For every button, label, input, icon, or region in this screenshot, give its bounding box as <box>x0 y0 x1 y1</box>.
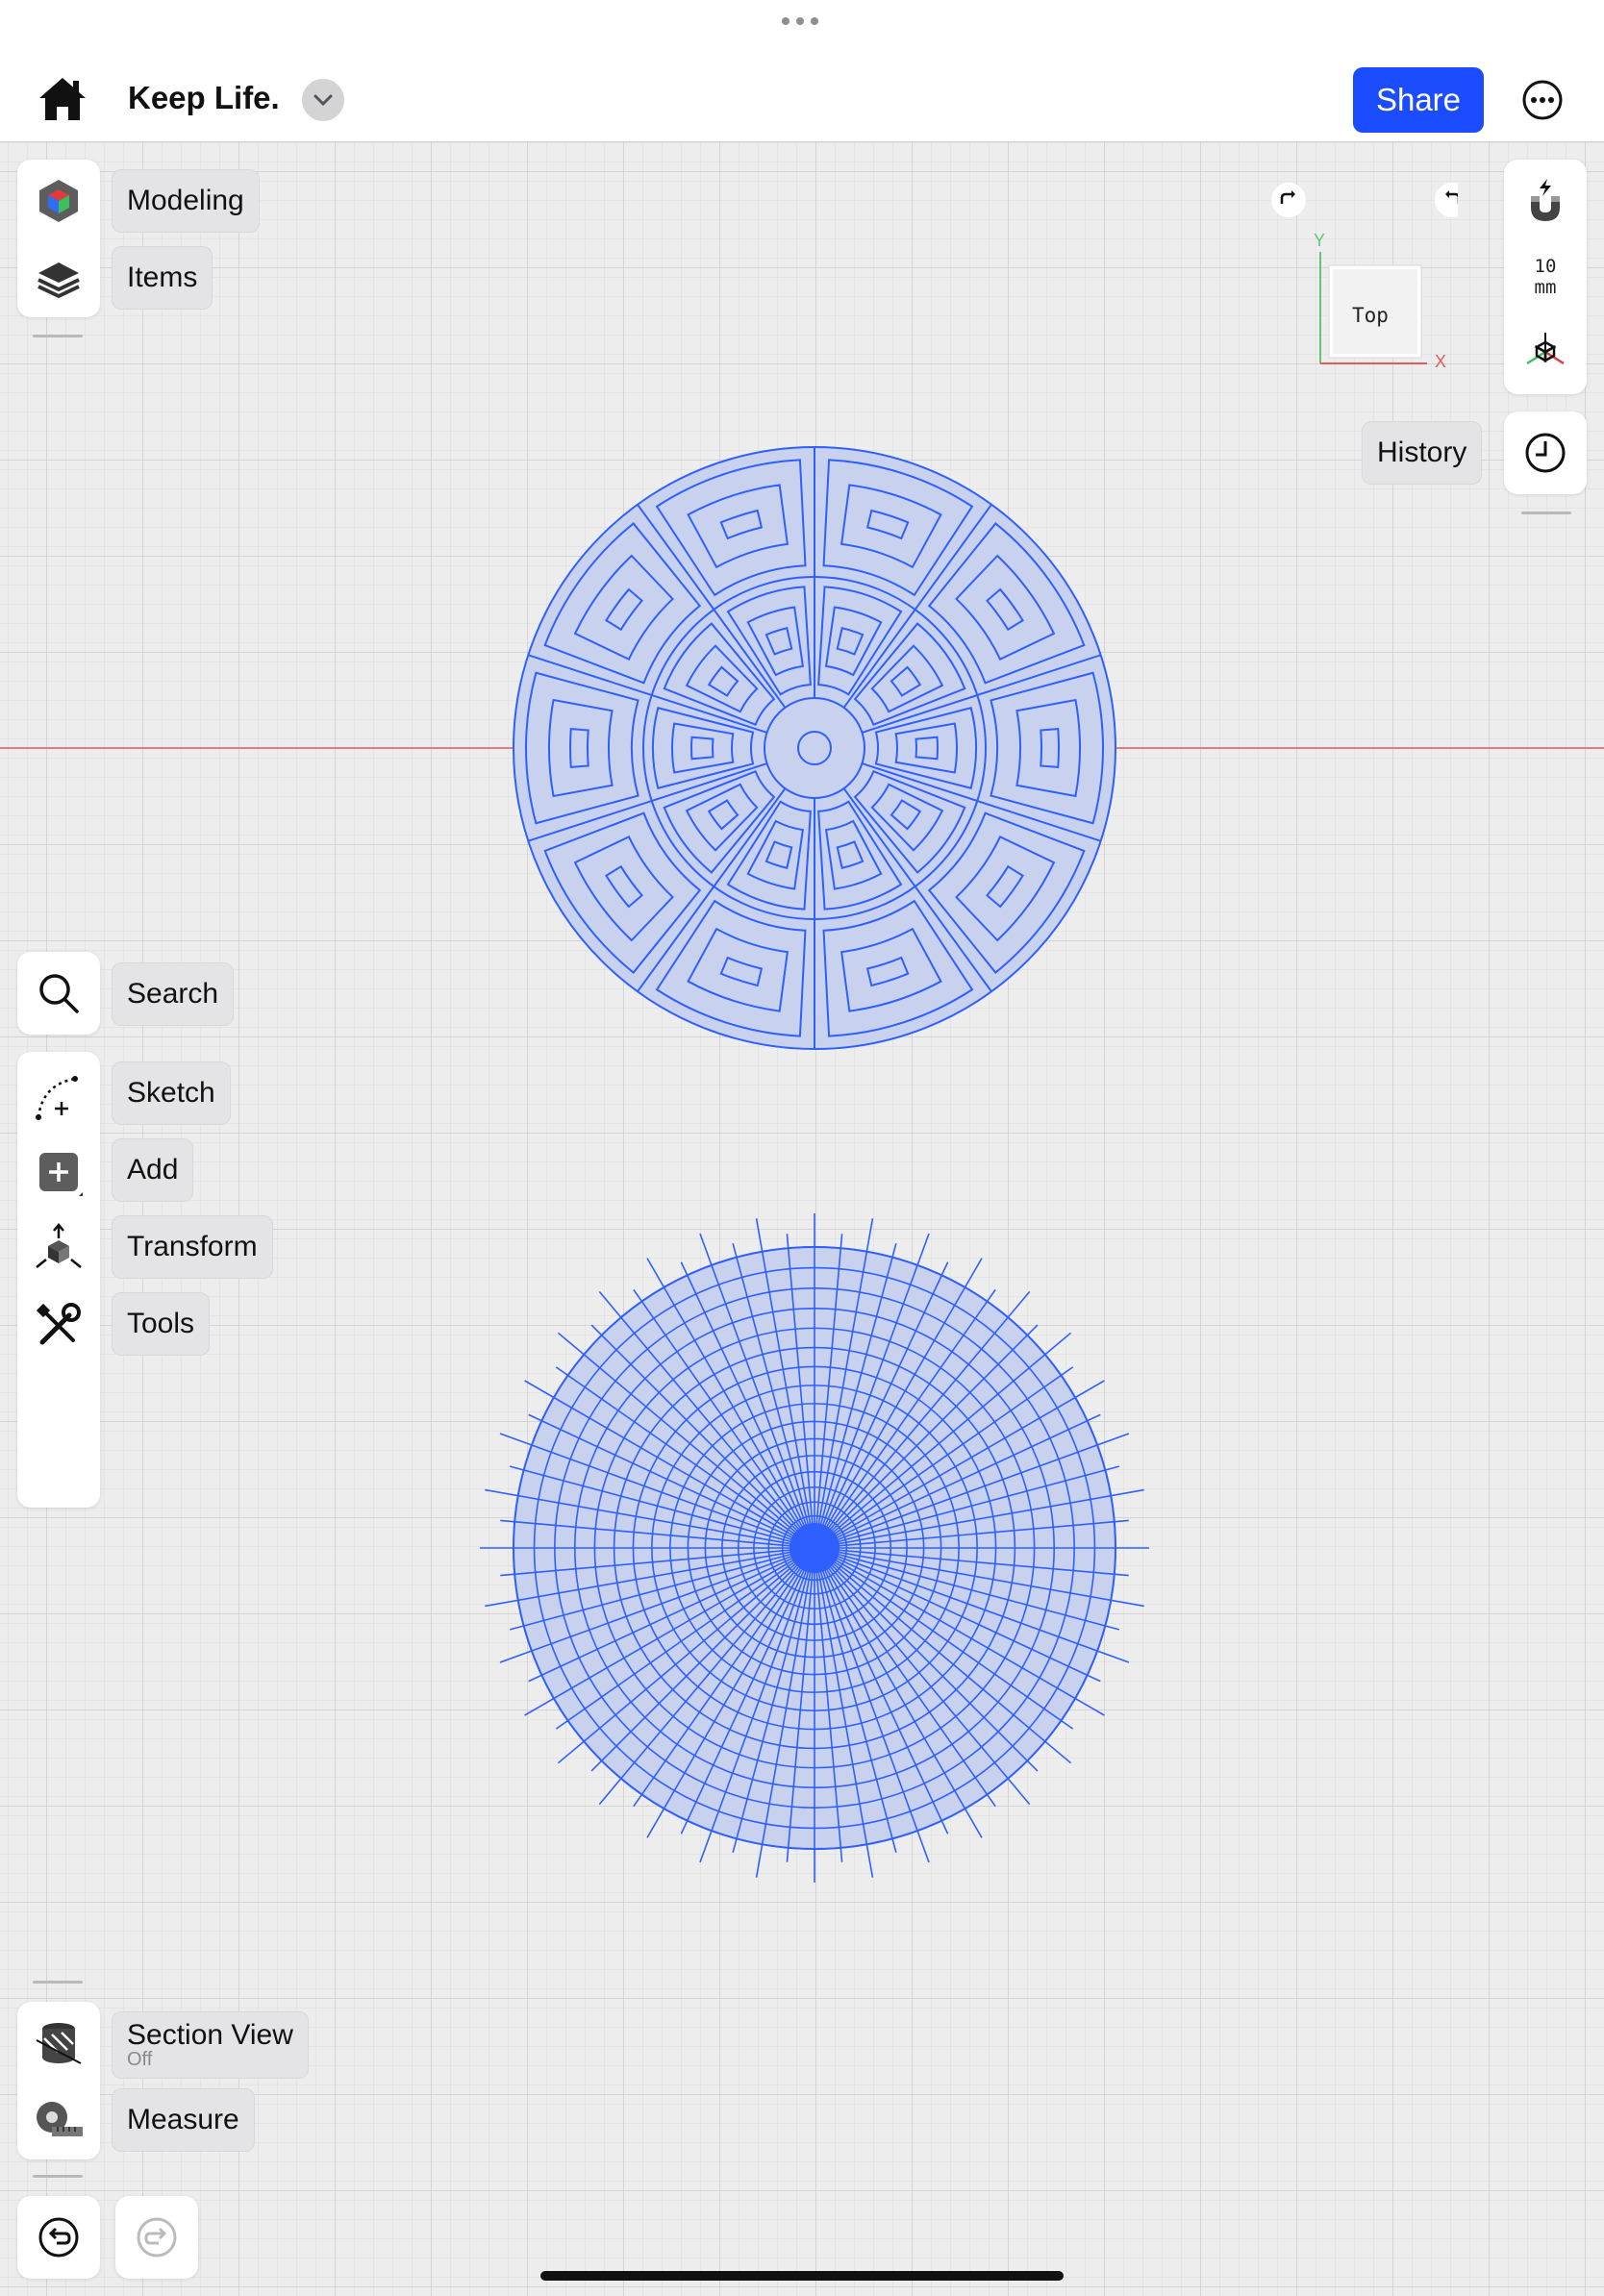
undo-icon <box>38 2217 79 2258</box>
grid-size-value: 10 <box>1534 256 1557 277</box>
panel-divider-bottom <box>33 1981 83 1984</box>
panel-divider <box>33 335 83 337</box>
view-cube[interactable]: Top Y X <box>1266 177 1458 379</box>
section-view-label: Section View <box>127 2018 293 2051</box>
layers-icon[interactable] <box>35 254 83 302</box>
section-view-state: Off <box>127 2049 153 2071</box>
transform-label[interactable]: Transform <box>112 1215 273 1279</box>
viewport-canvas[interactable]: Top Y X Modeling Items Search Sketch Add… <box>0 142 1604 2296</box>
history-label[interactable]: History <box>1362 421 1483 485</box>
y-axis-label: Y <box>1314 231 1326 250</box>
view-cube-top-face-label[interactable]: Top <box>1352 304 1389 327</box>
axes-cube-icon[interactable] <box>1523 329 1567 373</box>
modeling-label[interactable]: Modeling <box>112 169 260 233</box>
document-title[interactable]: Keep Life. <box>128 80 280 116</box>
multitask-grabber[interactable] <box>782 17 818 25</box>
section-view-pill[interactable]: Section View Off <box>112 2011 309 2079</box>
search-icon[interactable] <box>36 970 82 1016</box>
grid-size-unit: mm <box>1534 277 1557 298</box>
sketch-mandala-top[interactable] <box>513 446 1116 1050</box>
add-label[interactable]: Add <box>112 1138 194 1202</box>
right-panel-divider <box>1521 512 1571 514</box>
history-clock-icon[interactable] <box>1522 430 1568 476</box>
right-panel: 10 mm <box>1504 160 1587 394</box>
snap-magnet-icon[interactable] <box>1521 177 1569 225</box>
tools-label[interactable]: Tools <box>112 1292 211 1356</box>
grid-size-readout[interactable]: 10 mm <box>1504 256 1587 298</box>
home-icon[interactable] <box>37 75 88 123</box>
home-indicator <box>540 2271 1064 2281</box>
more-options-icon[interactable] <box>1521 79 1564 121</box>
sketch-icon[interactable] <box>33 1071 85 1123</box>
left-top-panel <box>17 160 100 317</box>
search-label[interactable]: Search <box>112 962 235 1026</box>
add-icon[interactable] <box>35 1148 83 1196</box>
top-bar: Keep Life. Share <box>0 0 1604 142</box>
sketch-label[interactable]: Sketch <box>112 1061 231 1125</box>
transform-icon[interactable] <box>33 1223 85 1275</box>
share-button[interactable]: Share <box>1353 67 1484 133</box>
left-tools-panel <box>17 1052 100 1508</box>
undo-button[interactable] <box>17 2196 100 2279</box>
measure-tape-icon[interactable] <box>33 2096 85 2144</box>
section-view-icon[interactable] <box>35 2019 83 2067</box>
center-dot <box>789 1523 840 1573</box>
panel-divider-undo <box>33 2175 83 2178</box>
chevron-down-icon[interactable] <box>302 79 344 121</box>
left-bottom-panel <box>17 2002 100 2159</box>
redo-button[interactable] <box>115 2196 198 2279</box>
search-panel <box>17 952 100 1035</box>
measure-label[interactable]: Measure <box>112 2088 255 2152</box>
modeling-cube-icon[interactable] <box>35 177 83 225</box>
x-axis-label: X <box>1435 352 1447 371</box>
history-panel <box>1504 412 1587 494</box>
tools-wrench-icon[interactable] <box>33 1300 85 1352</box>
redo-icon <box>137 2217 177 2258</box>
items-label[interactable]: Items <box>112 246 213 310</box>
